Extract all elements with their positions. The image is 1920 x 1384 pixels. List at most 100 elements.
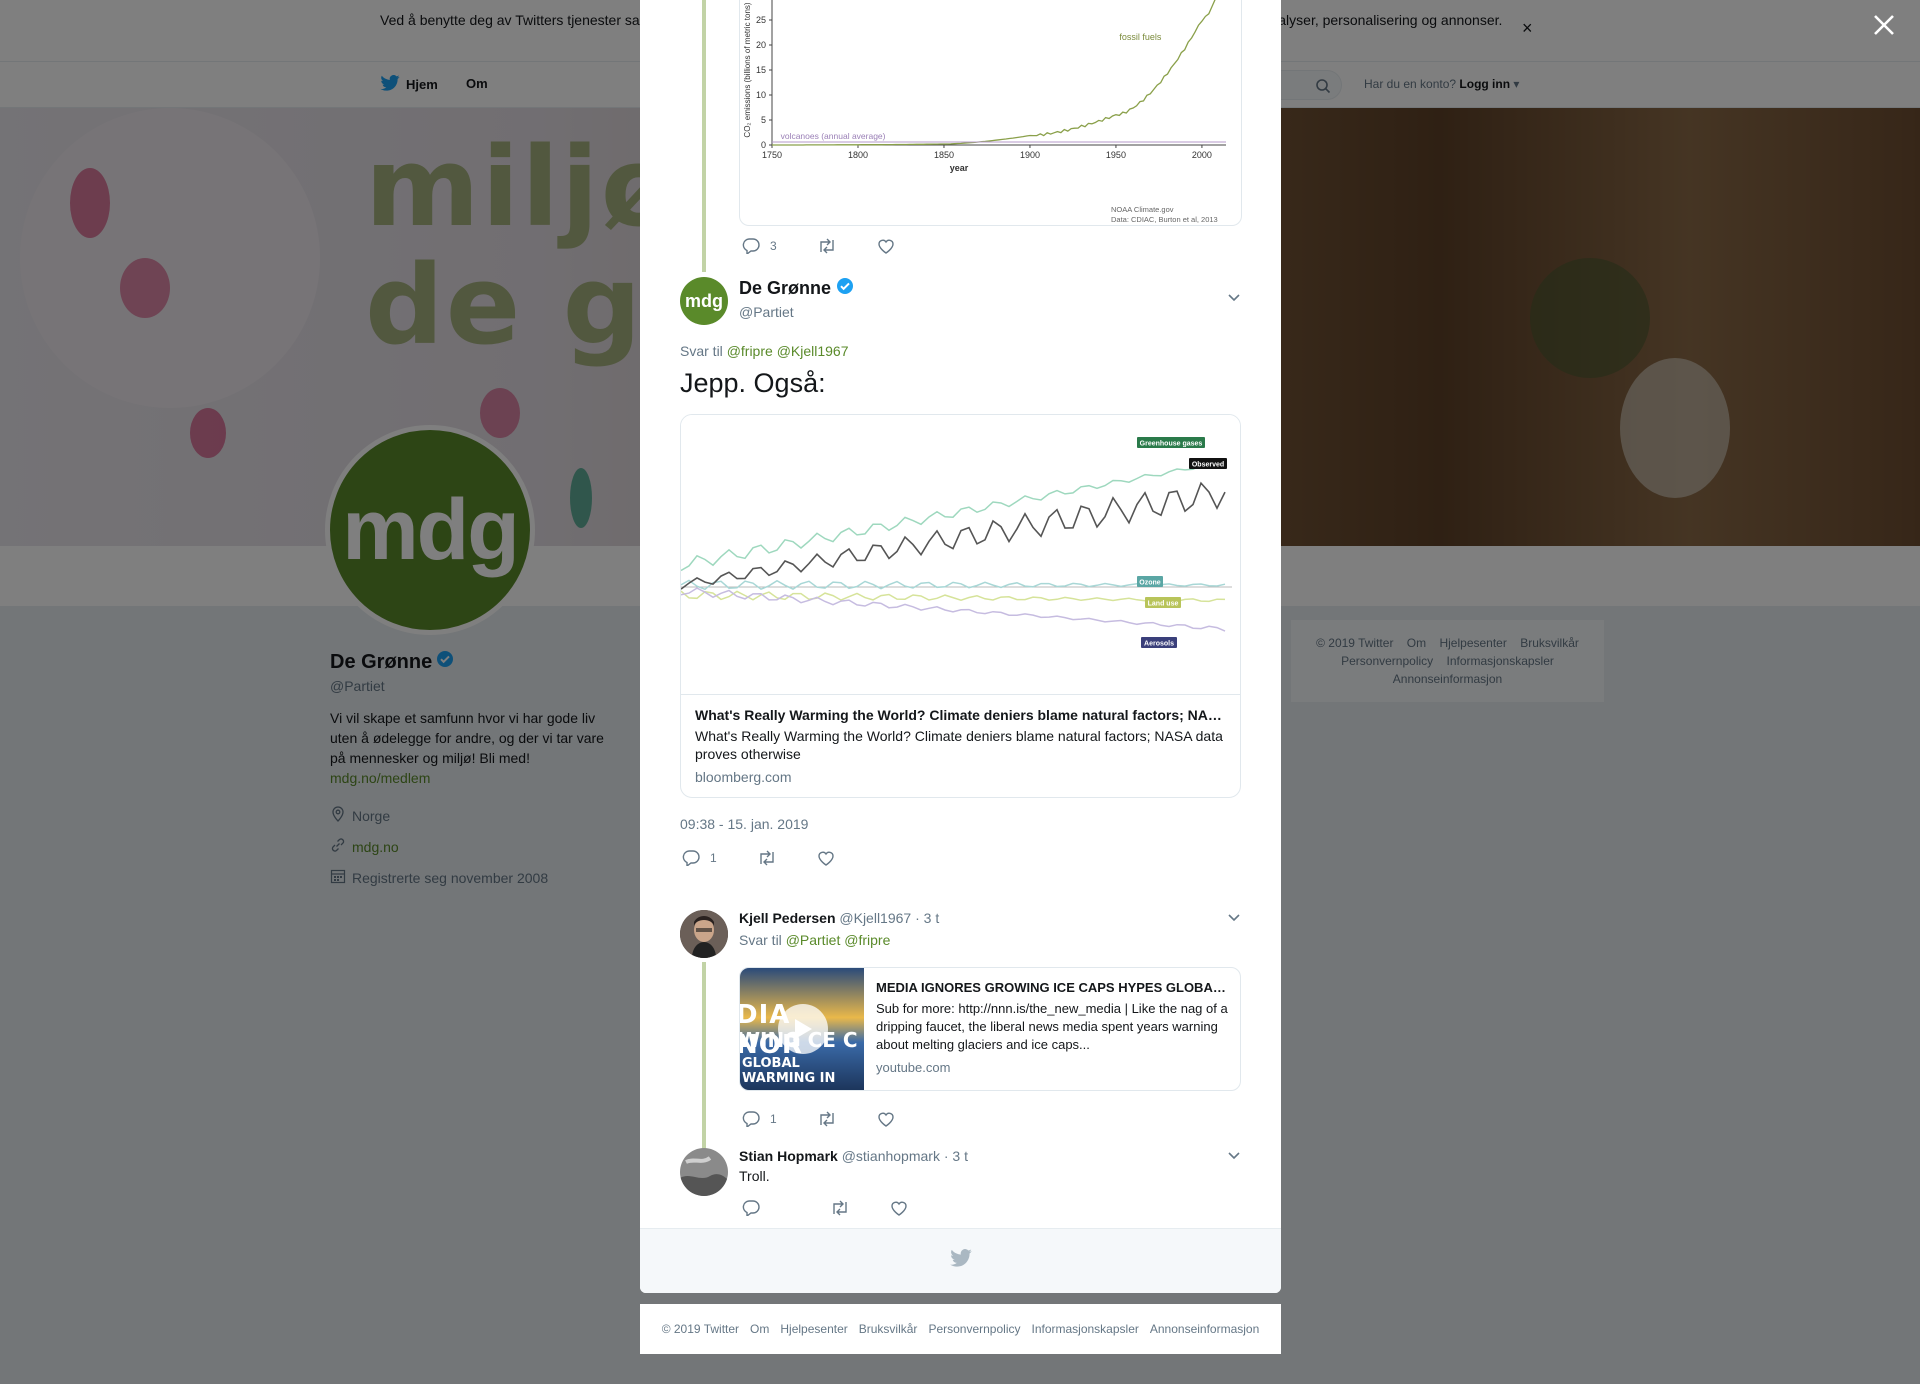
x-axis-label: year	[950, 163, 969, 173]
reply-count: 1	[710, 851, 717, 865]
warming-factors-graphic: Greenhouse gases Observed Ozone Land use Aer…	[681, 437, 1232, 648]
tweet-author-name[interactable]: De Grønne	[739, 278, 831, 299]
tweet-timestamp[interactable]: 09:38 - 15. jan. 2019	[680, 816, 808, 832]
verified-icon	[836, 277, 854, 300]
retweet-icon	[819, 1111, 834, 1127]
play-icon[interactable]	[778, 1004, 828, 1054]
like-action[interactable]	[877, 1111, 895, 1127]
reply-author-name[interactable]: Kjell Pedersen	[739, 910, 836, 926]
reply1-actions: 1	[742, 1111, 935, 1127]
series-greenhouse-gases	[681, 462, 1226, 572]
svg-text:Greenhouse gases: Greenhouse gases	[1140, 441, 1203, 448]
reply-header: Stian Hopmark @stianhopmark · 3 t	[739, 1148, 968, 1164]
heart-icon	[877, 239, 894, 254]
x-tick-label: 1850	[934, 150, 954, 160]
reply-text-content: Troll.	[739, 1168, 770, 1184]
y-tick-label: 10	[756, 90, 766, 100]
footer-link-help[interactable]: Hjelpesenter	[780, 1322, 847, 1336]
reply-time[interactable]: · 3 t	[944, 1148, 968, 1164]
svg-text:Ozone: Ozone	[1139, 580, 1160, 587]
chart-source-text: NOAA Climate.gov	[1111, 205, 1174, 214]
thumbnail-text-3: GLOBAL WARMING IN	[742, 1056, 836, 1086]
reply-author-handle[interactable]: @Kjell1967	[839, 910, 911, 926]
like-action[interactable]	[877, 238, 895, 254]
modal-close-icon[interactable]	[1873, 10, 1895, 44]
series-observed	[681, 481, 1226, 590]
like-action[interactable]	[890, 1200, 908, 1216]
x-tick-label: 1750	[762, 150, 782, 160]
footer-link-cookies[interactable]: Informasjonskapsler	[1031, 1322, 1138, 1336]
series-land-use	[681, 590, 1226, 603]
retweet-action[interactable]	[830, 1200, 850, 1216]
series-label-fossil-fuels: fossil fuels	[1119, 32, 1162, 42]
reply-avatar[interactable]	[680, 910, 728, 958]
x-tick-label: 2000	[1192, 150, 1212, 160]
reply-header: Kjell Pedersen @Kjell1967 · 3 t	[739, 910, 939, 926]
retweet-action[interactable]	[817, 238, 837, 254]
video-thumbnail: DIA NOR WING CE C GLOBAL WARMING IN	[740, 968, 864, 1090]
y-tick-label: 0	[761, 140, 766, 150]
mention-link[interactable]: @Partiet	[786, 932, 841, 948]
youtube-link-card[interactable]: DIA NOR WING CE C GLOBAL WARMING IN MEDI…	[739, 967, 1241, 1091]
co2-emissions-chart: 0 5 10 15 20 25 1750 1800 1850 1900 1950 2000 year CO…	[743, 0, 1226, 224]
link-preview-domain: bloomberg.com	[695, 769, 792, 785]
modal-footer	[640, 1228, 1281, 1293]
tweet-modal: 0 5 10 15 20 25 1750 1800 1850 1900 1950 2000 year CO…	[640, 0, 1281, 1293]
mention-link[interactable]: @Kjell1967	[777, 343, 849, 359]
svg-text:Land use: Land use	[1148, 601, 1179, 608]
retweet-action[interactable]	[757, 850, 777, 866]
like-action[interactable]	[817, 850, 835, 866]
series-aerosols	[681, 587, 1226, 632]
x-tick-label: 1900	[1020, 150, 1040, 160]
reply-menu-chevron-icon[interactable]	[1227, 912, 1241, 926]
y-tick-label: 20	[756, 40, 766, 50]
reply-avatar[interactable]	[680, 1148, 728, 1196]
label-land-use: Land use	[1145, 597, 1181, 608]
footer-link-about[interactable]: Om	[750, 1322, 769, 1336]
footer-link-terms[interactable]: Bruksvilkår	[859, 1322, 918, 1336]
video-card-title: MEDIA IGNORES GROWING ICE CAPS HYPES GLO…	[876, 980, 1228, 995]
tweet-menu-chevron-icon[interactable]	[1227, 292, 1241, 306]
reply-icon	[742, 238, 760, 254]
main-reply-context: Svar til @fripre @Kjell1967	[680, 343, 849, 359]
retweet-action[interactable]	[817, 1111, 837, 1127]
heart-icon	[877, 1112, 894, 1127]
footer-link-privacy[interactable]: Personvernpolicy	[928, 1322, 1020, 1336]
main-tweet-actions: 1	[682, 850, 875, 866]
reply-action[interactable]	[742, 1200, 760, 1216]
tweet-author-avatar[interactable]: mdg	[680, 277, 728, 325]
retweet-icon	[819, 238, 834, 254]
twitter-bird-icon	[950, 1249, 972, 1272]
footer-link-ads[interactable]: Annonseinformasjon	[1150, 1322, 1259, 1336]
mention-link[interactable]: @fripre	[844, 932, 890, 948]
tweet-author-handle[interactable]: @Partiet	[739, 304, 794, 320]
reply-prefix: Svar til	[739, 932, 782, 948]
main-tweet-header: mdg De Grønne @Partiet	[680, 277, 1240, 327]
prev-tweet-actions: 3	[742, 238, 935, 254]
reply2-actions	[742, 1200, 948, 1216]
reply-menu-chevron-icon[interactable]	[1227, 1150, 1241, 1164]
reply-action[interactable]: 3	[742, 238, 777, 254]
reply-prefix: Svar til	[680, 343, 723, 359]
chart-source-text: Data: CDIAC, Burton et al, 2013	[1111, 215, 1218, 224]
video-card-description: Sub for more: http://nnn.is/the_new_medi…	[876, 1001, 1228, 1052]
reply-author-handle[interactable]: @stianhopmark	[842, 1148, 940, 1164]
reply-action[interactable]: 1	[682, 850, 717, 866]
reply-time[interactable]: · 3 t	[915, 910, 939, 926]
reply-action[interactable]: 1	[742, 1111, 777, 1127]
tweet-image-co2-chart[interactable]: 0 5 10 15 20 25 1750 1800 1850 1900 1950 2000 year CO…	[739, 0, 1242, 226]
video-card-domain: youtube.com	[876, 1060, 951, 1075]
reply-context: Svar til @Partiet @fripre	[739, 932, 890, 948]
svg-text:Observed: Observed	[1192, 462, 1224, 469]
mention-link[interactable]: @fripre	[727, 343, 773, 359]
reply-count: 3	[770, 239, 777, 253]
modal-bottom-footer: © 2019 Twitter Om Hjelpesenter Bruksvilk…	[640, 1304, 1281, 1354]
reply-author-name[interactable]: Stian Hopmark	[739, 1148, 838, 1164]
footer-copyright: © 2019 Twitter	[661, 1322, 740, 1336]
link-preview-card[interactable]: Greenhouse gases Observed Ozone Land use Aer…	[680, 414, 1241, 798]
reply-icon	[742, 1200, 760, 1216]
tweet-author-name-row: De Grønne	[739, 277, 854, 300]
y-tick-label: 25	[756, 15, 766, 25]
heart-icon	[817, 851, 834, 866]
label-observed: Observed	[1189, 458, 1227, 469]
